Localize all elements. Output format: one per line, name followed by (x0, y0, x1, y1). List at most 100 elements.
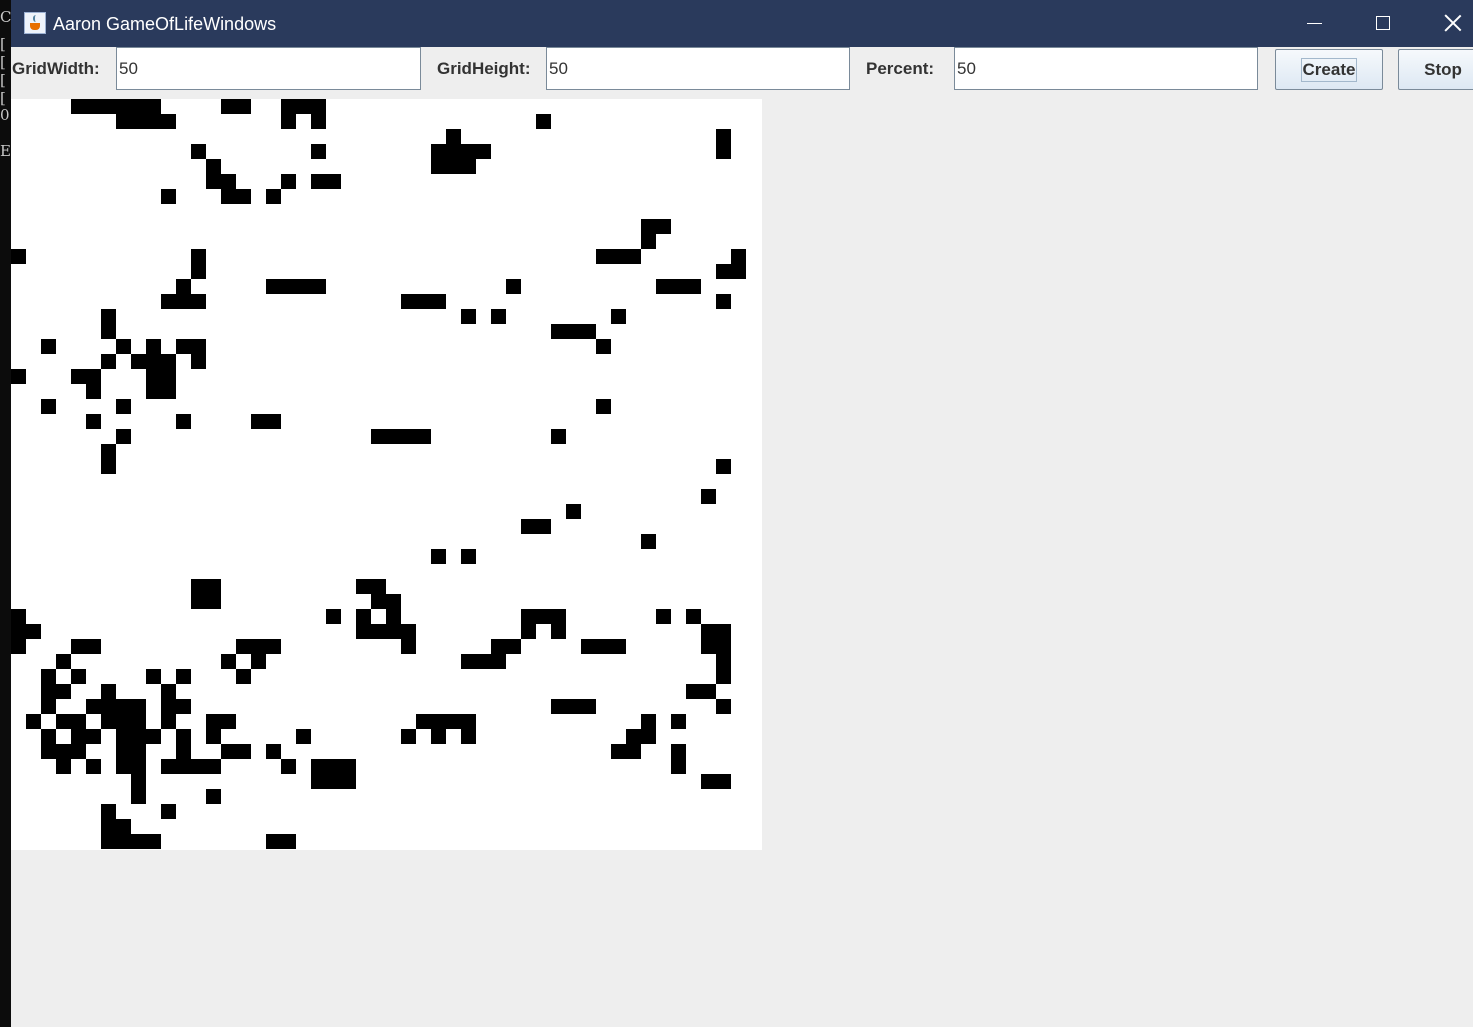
maximize-button[interactable] (1348, 0, 1418, 47)
live-cell (641, 219, 656, 234)
live-cell (551, 624, 566, 639)
live-cell (71, 99, 86, 114)
live-cell (206, 714, 221, 729)
live-cell (131, 354, 146, 369)
live-cell (461, 309, 476, 324)
live-cell (71, 669, 86, 684)
live-cell (41, 399, 56, 414)
live-cell (296, 729, 311, 744)
live-cell (266, 834, 281, 849)
live-cell (281, 834, 296, 849)
live-cell (611, 309, 626, 324)
close-icon (1444, 14, 1462, 32)
live-cell (86, 639, 101, 654)
live-cell (221, 99, 236, 114)
live-cell (401, 624, 416, 639)
live-cell (596, 249, 611, 264)
live-cell (716, 264, 731, 279)
live-cell (131, 759, 146, 774)
live-cell (281, 759, 296, 774)
live-cell (116, 819, 131, 834)
live-cell (11, 369, 26, 384)
stop-button[interactable]: Stop (1398, 49, 1473, 90)
live-cell (716, 624, 731, 639)
live-cell (311, 759, 326, 774)
live-cell (296, 279, 311, 294)
life-grid[interactable] (11, 99, 762, 850)
live-cell (131, 114, 146, 129)
live-cell (236, 744, 251, 759)
live-cell (236, 669, 251, 684)
live-cell (11, 639, 26, 654)
live-cell (731, 264, 746, 279)
live-cell (311, 279, 326, 294)
live-cell (701, 774, 716, 789)
live-cell (161, 714, 176, 729)
live-cell (221, 654, 236, 669)
live-cell (491, 654, 506, 669)
live-cell (11, 609, 26, 624)
live-cell (431, 549, 446, 564)
live-cell (191, 579, 206, 594)
live-cell (206, 759, 221, 774)
live-cell (386, 609, 401, 624)
live-cell (176, 279, 191, 294)
live-cell (671, 759, 686, 774)
live-cell (116, 744, 131, 759)
live-cell (551, 609, 566, 624)
live-cell (461, 144, 476, 159)
grid-width-label: GridWidth: (12, 59, 100, 78)
live-cell (296, 99, 311, 114)
live-cell (461, 654, 476, 669)
live-cell (596, 639, 611, 654)
live-cell (431, 714, 446, 729)
close-button[interactable] (1418, 0, 1473, 47)
live-cell (506, 639, 521, 654)
live-cell (251, 639, 266, 654)
live-cell (161, 699, 176, 714)
live-cell (161, 759, 176, 774)
live-cell (671, 714, 686, 729)
live-cell (521, 519, 536, 534)
live-cell (281, 99, 296, 114)
console-line: [ (0, 53, 6, 71)
live-cell (386, 429, 401, 444)
live-cell (281, 279, 296, 294)
live-cell (191, 294, 206, 309)
live-cell (101, 834, 116, 849)
live-cell (716, 774, 731, 789)
live-cell (56, 654, 71, 669)
live-cell (206, 174, 221, 189)
live-cell (131, 834, 146, 849)
live-cell (86, 369, 101, 384)
live-cell (101, 99, 116, 114)
live-cell (56, 744, 71, 759)
live-cell (251, 414, 266, 429)
live-cell (686, 609, 701, 624)
live-cell (176, 414, 191, 429)
minimize-button[interactable] (1279, 0, 1349, 47)
live-cell (161, 189, 176, 204)
live-cell (581, 699, 596, 714)
live-cell (176, 294, 191, 309)
live-cell (566, 699, 581, 714)
grid-height-input[interactable] (546, 47, 850, 90)
live-cell (101, 459, 116, 474)
live-cell (116, 729, 131, 744)
live-cell (431, 729, 446, 744)
java-cup-icon[interactable] (24, 12, 46, 34)
live-cell (671, 279, 686, 294)
create-button[interactable]: Create (1275, 49, 1383, 90)
live-cell (101, 699, 116, 714)
percent-input[interactable] (954, 47, 1258, 90)
live-cell (56, 684, 71, 699)
live-cell (386, 594, 401, 609)
grid-width-input[interactable] (116, 47, 421, 90)
live-cell (146, 354, 161, 369)
live-cell (266, 189, 281, 204)
live-cell (326, 609, 341, 624)
title-bar[interactable]: Aaron GameOfLifeWindows (11, 0, 1473, 47)
live-cell (371, 624, 386, 639)
live-cell (356, 609, 371, 624)
live-cell (566, 504, 581, 519)
